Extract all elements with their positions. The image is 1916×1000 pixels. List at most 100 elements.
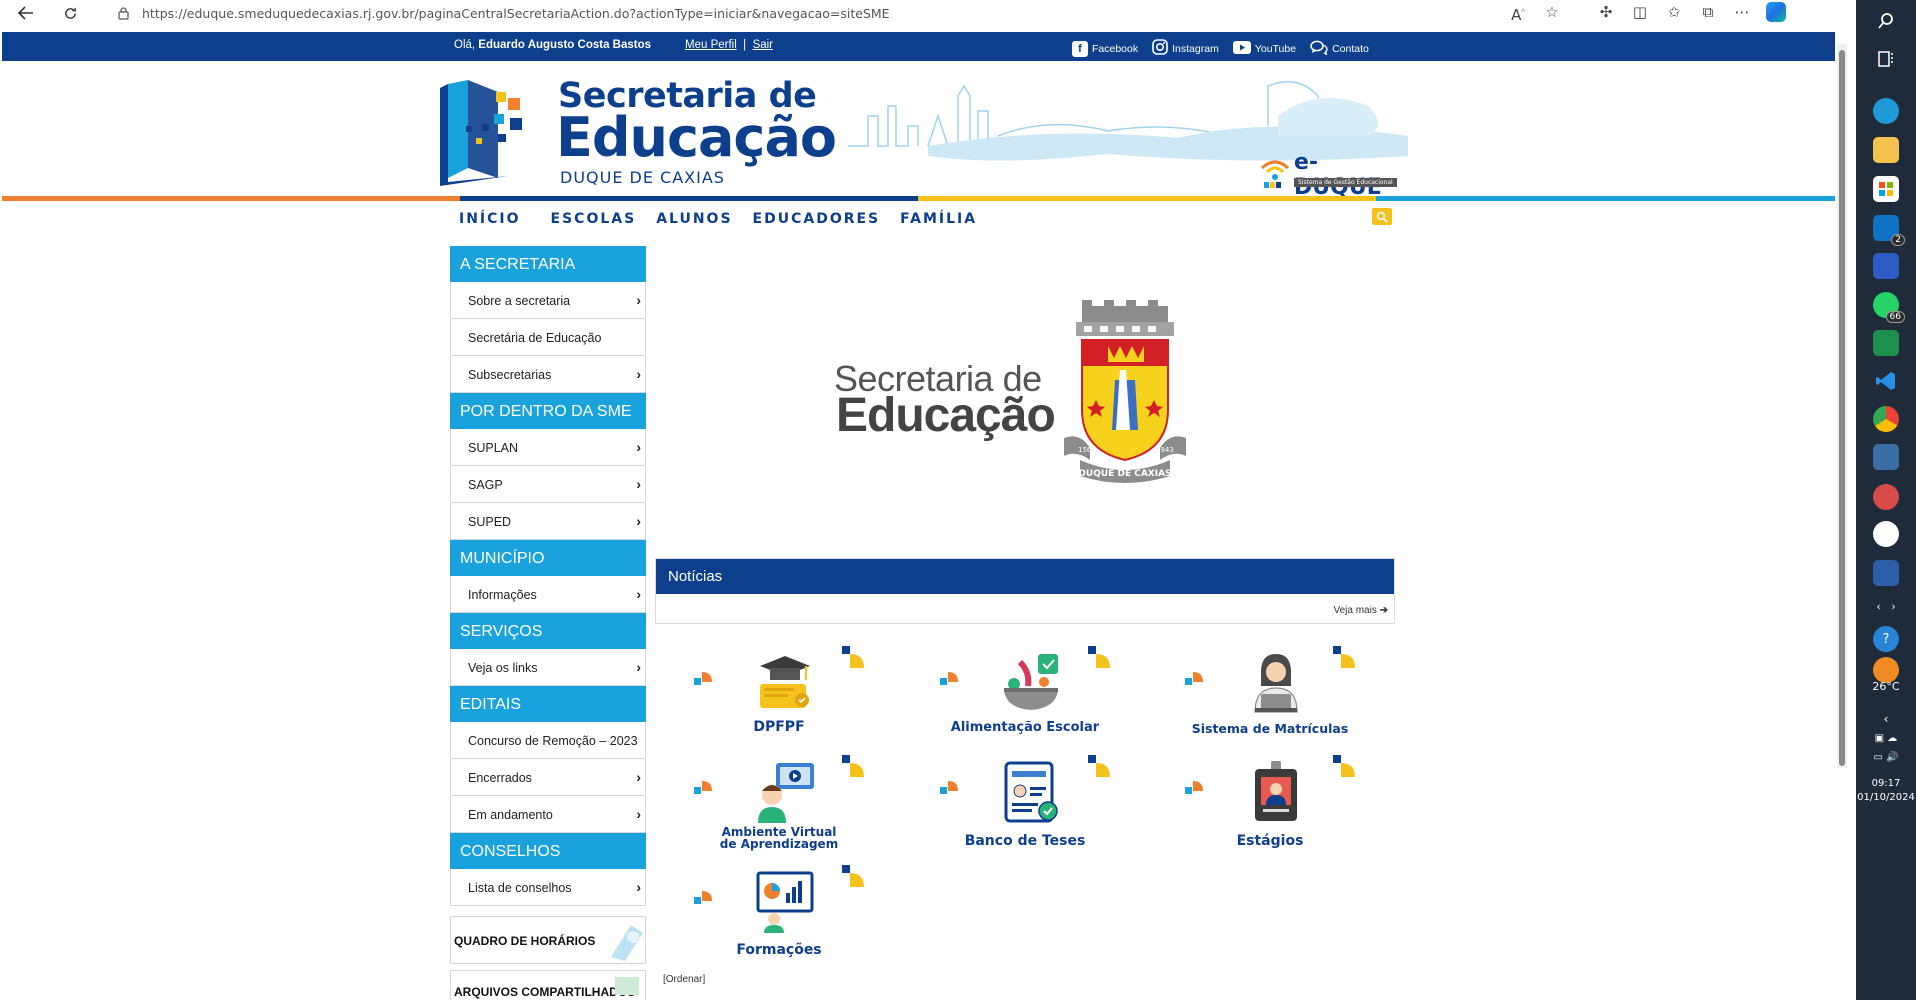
whatsapp-icon[interactable]: 66	[1873, 292, 1905, 323]
read-aloud-icon[interactable]: Aᴬ	[1508, 2, 1528, 24]
collections-icon[interactable]: ⧉	[1698, 2, 1718, 22]
youtube-link[interactable]: YouTube	[1232, 39, 1296, 58]
service-sistema-matriculas[interactable]: Sistema de Matrículas	[1185, 646, 1355, 746]
nav-escolas[interactable]: ESCOLAS	[551, 211, 637, 227]
remote-desktop-icon[interactable]	[1873, 253, 1899, 279]
github-icon[interactable]	[1873, 521, 1899, 547]
service-estagios[interactable]: Estágios	[1185, 755, 1355, 855]
greeting-prefix: Olá,	[454, 39, 476, 51]
clock-date[interactable]: 01/10/2024	[1856, 792, 1916, 803]
decor-corner-right-icon	[1088, 755, 1110, 777]
nav-educadores[interactable]: EDUCADORES	[753, 211, 881, 227]
service-formacoes[interactable]: Formações	[694, 865, 864, 965]
service-label-line2: de Aprendizagem	[719, 837, 839, 851]
decor-corner-left-icon	[940, 672, 958, 685]
ordenar-link[interactable]: [Ordenar]	[663, 974, 705, 985]
decor-corner-left-icon	[940, 781, 958, 794]
sidebar-item-em-andamento[interactable]: Em andamento ›	[450, 796, 646, 833]
crest-year-left: 1566	[1078, 446, 1096, 454]
mail-icon[interactable]: 2	[1873, 215, 1905, 246]
copilot-icon[interactable]	[1766, 2, 1786, 22]
weather-temp: 26°C	[1872, 680, 1900, 693]
system-tray-icons[interactable]: ▣ ☁	[1856, 733, 1916, 744]
service-ambiente-virtual[interactable]: Ambiente Virtual de Aprendizagem	[694, 755, 864, 855]
sidebar-item-sagp[interactable]: SAGP ›	[450, 466, 646, 503]
chevron-right-icon: ›	[636, 476, 641, 492]
sidebar-item-suplan[interactable]: SUPLAN ›	[450, 429, 646, 466]
sidebar-item-suped[interactable]: SUPED ›	[450, 503, 646, 540]
more-menu-icon[interactable]: ⋯	[1732, 2, 1752, 22]
nav-familia[interactable]: FAMÍLIA	[900, 211, 977, 227]
eduque-logo[interactable]: e-DUQUE Sistema de Gestão Educacional	[1258, 150, 1398, 200]
address-bar[interactable]: https://eduque.smeduquedecaxias.rj.gov.b…	[118, 2, 890, 24]
clock-illustration-icon	[611, 925, 643, 961]
sidebar-item-label: Informações	[468, 588, 537, 602]
cloud-app-icon[interactable]	[1873, 484, 1899, 510]
reload-button[interactable]	[58, 2, 82, 24]
site-search-button[interactable]	[1372, 208, 1392, 225]
service-alimentacao-escolar[interactable]: Alimentação Escolar	[940, 646, 1110, 746]
chrome-icon[interactable]	[1873, 406, 1899, 432]
database-app-icon[interactable]	[1873, 444, 1899, 470]
lock-icon	[118, 7, 130, 20]
news-more-link[interactable]: Veja mais ➔	[1333, 605, 1388, 616]
help-icon[interactable]: ?	[1873, 626, 1899, 652]
sidebar-item-secretaria-educacao[interactable]: Secretária de Educação	[450, 319, 646, 356]
clock-time[interactable]: 09:17	[1856, 778, 1916, 789]
widgets-icon[interactable]	[1873, 46, 1899, 72]
sidebar-heading-municipio: MUNICÍPIO	[450, 540, 646, 576]
sidebar-item-sobre[interactable]: Sobre a secretaria ›	[450, 282, 646, 319]
extensions-icon[interactable]: ✣	[1596, 2, 1616, 22]
nav-alunos[interactable]: ALUNOS	[656, 211, 732, 227]
taskbar-scroll-arrows[interactable]: ‹ ›	[1856, 600, 1916, 613]
sidebar-item-lista-conselhos[interactable]: Lista de conselhos ›	[450, 869, 646, 906]
logout-link[interactable]: Sair	[753, 39, 773, 51]
os-taskbar: 2 66 ‹ › ? 26°C ‹ ▣ ☁ ▭ 🔊 09:17 01/10/20…	[1856, 0, 1916, 1000]
user-links: Meu Perfil | Sair	[685, 39, 773, 51]
sidebar-item-label: Lista de conselhos	[468, 881, 572, 895]
store-icon[interactable]	[1873, 176, 1899, 202]
sidebar-item-encerrados[interactable]: Encerrados ›	[450, 759, 646, 796]
document-check-icon	[1004, 761, 1058, 823]
screen: { "browser": { "url": "https://eduque.sm…	[0, 0, 1916, 1000]
sidebar-heading-servicos: SERVIÇOS	[450, 613, 646, 649]
scrollbar-thumb[interactable]	[1839, 50, 1845, 766]
secretaria-logo-icon[interactable]	[438, 78, 548, 186]
contact-link[interactable]: Contato	[1310, 39, 1369, 58]
link-separator: |	[743, 39, 747, 51]
favorite-star-icon[interactable]: ☆	[1542, 2, 1562, 22]
browser-actions: Aᴬ ☆ ✣ ◫ ✩ ⧉ ⋯	[1508, 2, 1786, 24]
page-scrollbar[interactable]	[1837, 44, 1847, 768]
profile-link[interactable]: Meu Perfil	[685, 39, 737, 51]
service-dpfpf[interactable]: DPFPF	[694, 646, 864, 746]
sidebar-item-label: Em andamento	[468, 808, 553, 822]
powershell-icon[interactable]	[1873, 560, 1899, 586]
spreadsheet-app-icon[interactable]	[1873, 330, 1899, 356]
crest-text: DUQUE DE CAXIAS	[1078, 469, 1171, 479]
stripe-yellow	[918, 196, 1376, 201]
sidebar-item-informacoes[interactable]: Informações ›	[450, 576, 646, 613]
network-volume-icons[interactable]: ▭ 🔊	[1856, 752, 1916, 763]
graduation-cap-diploma-icon	[760, 656, 810, 708]
back-button[interactable]	[14, 2, 38, 24]
favorites-icon[interactable]: ✩	[1664, 2, 1684, 22]
search-icon[interactable]	[1873, 8, 1899, 34]
file-explorer-icon[interactable]	[1873, 137, 1899, 163]
chevron-left-icon[interactable]: ‹	[1856, 712, 1916, 726]
sidebar-item-concurso[interactable]: Concurso de Remoção – 2023	[450, 722, 646, 759]
card-arquivos-compartilhados[interactable]: ARQUIVOS COMPARTILHADOS	[450, 970, 646, 1000]
service-banco-teses[interactable]: Banco de Teses	[940, 755, 1110, 855]
nav-inicio[interactable]: INÍCIO	[459, 211, 521, 227]
contact-label: Contato	[1332, 42, 1369, 55]
sidebar-item-links[interactable]: Veja os links ›	[450, 649, 646, 686]
card-quadro-horarios[interactable]: QUADRO DE HORÁRIOS	[450, 916, 646, 964]
online-class-icon	[758, 763, 814, 823]
vscode-icon[interactable]	[1873, 368, 1899, 394]
instagram-link[interactable]: Instagram	[1152, 39, 1219, 58]
eduque-name: e-DUQUE	[1294, 150, 1382, 200]
sidebar-heading-secretaria: A SECRETARIA	[450, 246, 646, 282]
edge-browser-icon[interactable]	[1873, 98, 1899, 124]
split-screen-icon[interactable]: ◫	[1630, 2, 1650, 22]
facebook-link[interactable]: f Facebook	[1072, 39, 1138, 58]
sidebar-item-subsecretarias[interactable]: Subsecretarias ›	[450, 356, 646, 393]
